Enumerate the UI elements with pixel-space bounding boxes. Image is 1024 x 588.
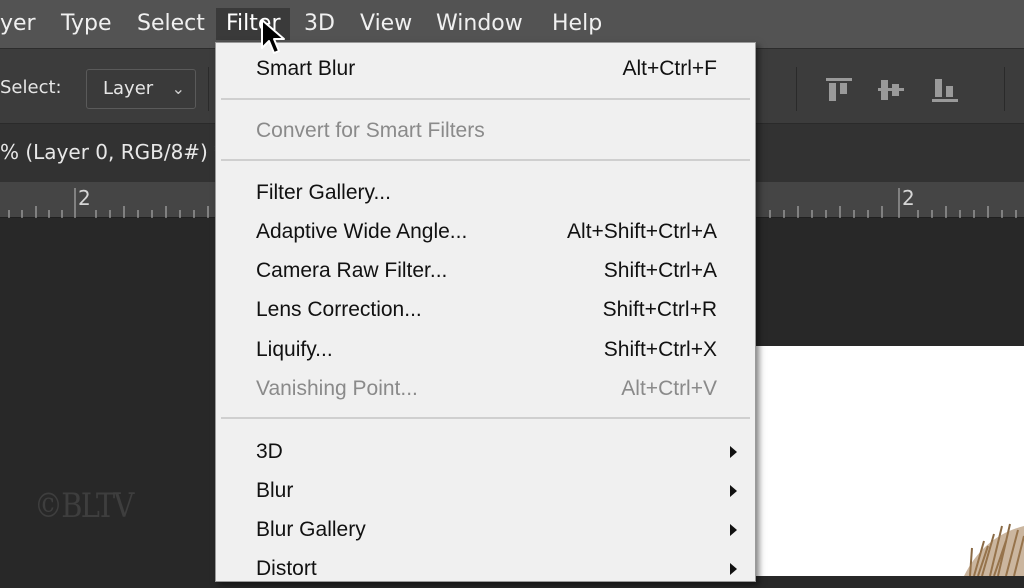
- options-divider: [208, 67, 209, 111]
- menu-item-smart-blur[interactable]: Smart Blur Alt+Ctrl+F: [216, 49, 755, 88]
- menu-item-3d[interactable]: 3D: [216, 432, 755, 471]
- menu-item-label: 3D: [256, 440, 283, 463]
- menu-item-lens-correction[interactable]: Lens Correction... Shift+Ctrl+R: [216, 290, 755, 329]
- menu-item-distort[interactable]: Distort: [216, 549, 755, 588]
- menu-item-label: Vanishing Point...: [256, 377, 418, 400]
- menu-type[interactable]: Type: [51, 8, 122, 40]
- options-divider: [796, 67, 797, 111]
- menu-view[interactable]: View: [350, 8, 422, 40]
- align-top-edges-icon[interactable]: [824, 75, 854, 105]
- bltv-watermark-logo: ©BLTV: [34, 486, 134, 526]
- ruler-label: 2: [902, 186, 915, 210]
- submenu-arrow-icon: [730, 446, 737, 458]
- menu-item-label: Smart Blur: [256, 57, 356, 80]
- document-tab[interactable]: % (Layer 0, RGB/8#) *: [0, 124, 224, 182]
- menu-item-blur[interactable]: Blur: [216, 471, 755, 510]
- document-canvas[interactable]: [752, 346, 1024, 576]
- auto-select-dropdown[interactable]: Layer ⌄: [86, 69, 196, 109]
- menu-item-shortcut: Alt+Shift+Ctrl+A: [567, 220, 717, 243]
- submenu-arrow-icon: [730, 563, 737, 575]
- menu-item-shortcut: Alt+Ctrl+V: [621, 377, 717, 400]
- menu-item-vanishing-point: Vanishing Point... Alt+Ctrl+V: [216, 369, 755, 408]
- menu-item-adaptive-wide-angle[interactable]: Adaptive Wide Angle... Alt+Shift+Ctrl+A: [216, 212, 755, 251]
- menu-separator: [221, 417, 750, 419]
- ruler-label: 2: [78, 186, 91, 210]
- menu-item-label: Convert for Smart Filters: [256, 119, 485, 142]
- menu-select[interactable]: Select: [127, 8, 215, 40]
- menu-item-label: Blur: [256, 479, 294, 502]
- menu-window[interactable]: Window: [426, 8, 533, 40]
- menu-item-filter-gallery[interactable]: Filter Gallery...: [216, 173, 755, 212]
- menu-item-label: Distort: [256, 557, 317, 580]
- chevron-down-icon: ⌄: [171, 79, 185, 98]
- submenu-arrow-icon: [730, 524, 737, 536]
- mouse-cursor-icon: [261, 19, 285, 54]
- auto-select-label: Select:: [0, 77, 62, 98]
- menu-item-shortcut: Shift+Ctrl+X: [603, 338, 717, 361]
- menu-item-label: Liquify...: [256, 338, 333, 361]
- menu-separator: [221, 159, 750, 161]
- menu-item-label: Camera Raw Filter...: [256, 259, 448, 282]
- menu-item-shortcut: Shift+Ctrl+R: [602, 298, 717, 321]
- menu-item-label: Lens Correction...: [256, 298, 422, 321]
- photo-fur-detail: [964, 523, 1024, 576]
- menu-3d[interactable]: 3D: [294, 8, 345, 40]
- menu-item-label: Blur Gallery: [256, 518, 366, 541]
- menu-item-camera-raw-filter[interactable]: Camera Raw Filter... Shift+Ctrl+A: [216, 251, 755, 290]
- menu-item-label: Filter Gallery...: [256, 181, 391, 204]
- menu-item-label: Adaptive Wide Angle...: [256, 220, 468, 243]
- menu-separator: [221, 98, 750, 100]
- align-vertical-centers-icon[interactable]: [876, 75, 906, 105]
- menu-item-shortcut: Shift+Ctrl+A: [603, 259, 717, 282]
- menu-layer[interactable]: yer: [0, 8, 46, 40]
- options-divider: [1004, 67, 1005, 111]
- filter-menu: Smart Blur Alt+Ctrl+F Convert for Smart …: [215, 42, 756, 582]
- align-bottom-edges-icon[interactable]: [930, 75, 960, 105]
- menu-bar: yer Type Select Filter 3D View Window He…: [0, 0, 1024, 48]
- menu-help[interactable]: Help: [542, 8, 612, 40]
- submenu-arrow-icon: [730, 485, 737, 497]
- menu-item-liquify[interactable]: Liquify... Shift+Ctrl+X: [216, 330, 755, 369]
- auto-select-value: Layer: [103, 78, 154, 99]
- menu-item-shortcut: Alt+Ctrl+F: [622, 57, 717, 80]
- menu-item-blur-gallery[interactable]: Blur Gallery: [216, 510, 755, 549]
- menu-item-convert-smart-filters: Convert for Smart Filters: [216, 111, 755, 150]
